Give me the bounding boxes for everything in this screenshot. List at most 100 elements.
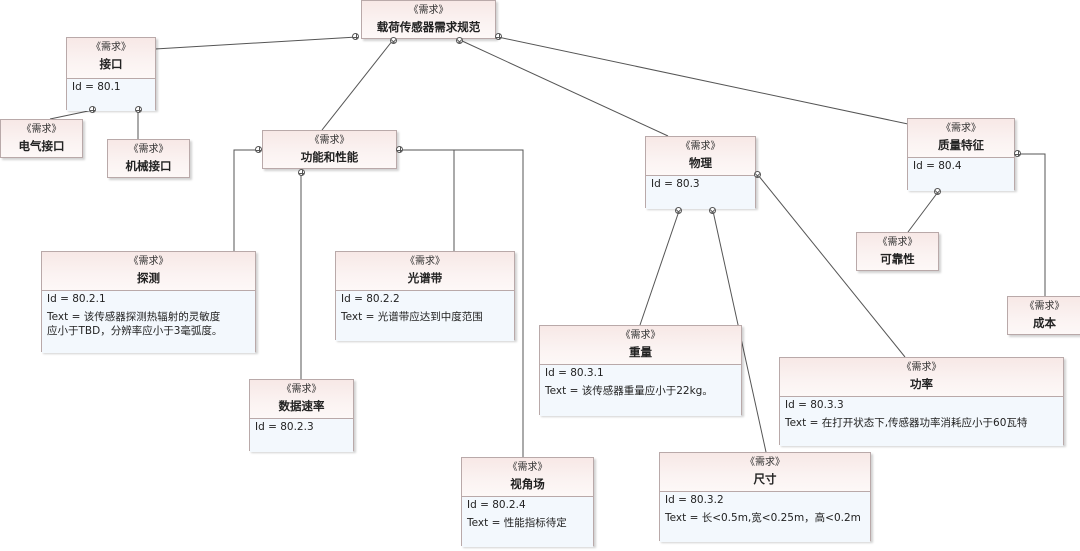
requirement-body: Id = 80.2.3	[250, 418, 353, 452]
stereotype-label: 《需求》	[128, 144, 169, 155]
requirement-header: 《需求》 质量特征	[908, 119, 1014, 157]
requirement-header: 《需求》 尺寸	[660, 453, 870, 491]
requirement-reliability[interactable]: 《需求》 可靠性	[856, 232, 939, 271]
requirement-body: Id = 80.3.2 Text = 长<0.5m,宽<0.25m，高<0.2m	[660, 491, 870, 542]
requirement-fov[interactable]: 《需求》 视角场 Id = 80.2.4 Text = 性能指标待定	[461, 457, 594, 547]
containment-port-icon	[298, 169, 305, 176]
requirement-text: Text = 该传感器探测热辐射的灵敏度 应小于TBD，分辨率应小于3毫弧度。	[47, 311, 223, 337]
stereotype-label: 《需求》	[507, 462, 548, 473]
stereotype-label: 《需求》	[680, 141, 721, 152]
requirement-electrical[interactable]: 《需求》 电气接口	[0, 119, 83, 158]
requirement-spectrum[interactable]: 《需求》 光谱带 Id = 80.2.2 Text = 光谱带应达到中度范围	[335, 251, 515, 341]
requirement-id: Id = 80.3	[651, 178, 700, 190]
requirement-mechanical[interactable]: 《需求》 机械接口	[107, 139, 190, 178]
requirement-header: 《需求》 光谱带	[336, 252, 514, 290]
stereotype-label: 《需求》	[901, 362, 942, 373]
requirement-text: Text = 光谱带应达到中度范围	[341, 311, 483, 323]
containment-port-icon	[89, 106, 96, 113]
requirement-body: Id = 80.2.4 Text = 性能指标待定	[462, 496, 593, 547]
containment-port-icon	[1014, 150, 1021, 157]
connector-quality-cost[interactable]	[1018, 153, 1046, 296]
stereotype-label: 《需求》	[91, 42, 131, 53]
requirement-title: 可靠性	[880, 252, 915, 266]
stereotype-label: 《需求》	[877, 237, 918, 248]
requirement-body: Id = 80.2.1 Text = 该传感器探测热辐射的灵敏度 应小于TBD，…	[42, 290, 255, 353]
requirement-id: Id = 80.3.3	[785, 399, 844, 411]
requirement-header: 《需求》 机械接口	[108, 140, 189, 177]
requirement-title: 质量特征	[938, 138, 984, 152]
connector-function-spectrum[interactable]	[400, 149, 455, 251]
requirement-title: 功能和性能	[300, 150, 359, 164]
requirement-body: Id = 80.3.1 Text = 该传感器重量应小于22kg。	[540, 364, 741, 416]
requirement-datarate[interactable]: 《需求》 数据速率 Id = 80.2.3	[249, 379, 354, 452]
requirement-id: Id = 80.3.2	[665, 494, 724, 506]
requirement-header: 《需求》 功率	[780, 358, 1063, 396]
stereotype-label: 《需求》	[405, 256, 445, 267]
containment-port-icon	[495, 33, 502, 40]
requirement-header: 《需求》 数据速率	[250, 380, 353, 418]
stereotype-label: 《需求》	[1024, 301, 1065, 312]
requirement-title: 物理	[689, 156, 712, 170]
stereotype-label: 《需求》	[408, 5, 449, 16]
requirement-title: 尺寸	[753, 472, 777, 486]
requirement-root[interactable]: 《需求》 载荷传感器需求规范	[361, 0, 496, 39]
requirement-id: Id = 80.2.1	[47, 293, 106, 305]
stereotype-label: 《需求》	[745, 457, 785, 468]
requirement-cost[interactable]: 《需求》 成本	[1007, 296, 1080, 335]
containment-port-icon	[255, 146, 262, 153]
requirement-title: 接口	[99, 57, 123, 71]
requirement-id: Id = 80.2.2	[341, 293, 400, 305]
requirement-title: 载荷传感器需求规范	[376, 20, 481, 34]
connector-root-function[interactable]	[321, 39, 394, 131]
requirement-body: Id = 80.2.2 Text = 光谱带应达到中度范围	[336, 290, 514, 341]
requirement-header: 《需求》 重量	[540, 326, 741, 364]
requirement-text: Text = 长<0.5m,宽<0.25m，高<0.2m	[665, 512, 861, 524]
requirement-id: Id = 80.4	[913, 160, 962, 172]
requirement-title: 数据速率	[278, 399, 325, 413]
connector-root-interface[interactable]	[154, 36, 358, 50]
requirement-id: Id = 80.2.3	[255, 421, 314, 433]
connector-root-physical[interactable]	[459, 39, 669, 137]
stereotype-label: 《需求》	[309, 135, 350, 146]
requirement-body: Id = 80.3	[646, 175, 755, 209]
containment-port-icon	[352, 33, 359, 40]
connector-quality-reliability[interactable]	[907, 191, 939, 233]
requirement-title: 电气接口	[18, 139, 65, 153]
requirement-quality[interactable]: 《需求》 质量特征 Id = 80.4	[907, 118, 1015, 191]
requirement-header: 《需求》 电气接口	[1, 120, 82, 157]
connector-root-quality[interactable]	[497, 36, 909, 125]
requirement-power[interactable]: 《需求》 功率 Id = 80.3.3 Text = 在打开状态下,传感器功率消…	[779, 357, 1064, 446]
requirement-interface[interactable]: 《需求》 接口 Id = 80.1	[66, 37, 156, 111]
requirement-title: 功率	[910, 377, 933, 391]
requirement-title: 重量	[629, 345, 652, 359]
requirement-header: 《需求》 功能和性能	[263, 131, 396, 168]
connector-physical-weight[interactable]	[639, 210, 680, 326]
requirement-text: Text = 在打开状态下,传感器功率消耗应小于60瓦特	[785, 417, 1028, 429]
connector-function-detection[interactable]	[233, 149, 258, 251]
containment-port-icon	[396, 146, 403, 153]
requirement-physical[interactable]: 《需求》 物理 Id = 80.3	[645, 136, 756, 209]
requirement-size[interactable]: 《需求》 尺寸 Id = 80.3.2 Text = 长<0.5m,宽<0.25…	[659, 452, 871, 542]
requirement-body: Id = 80.1	[67, 78, 155, 111]
requirement-title: 成本	[1033, 316, 1056, 330]
requirement-detection[interactable]: 《需求》 探测 Id = 80.2.1 Text = 该传感器探测热辐射的灵敏度…	[41, 251, 256, 353]
requirement-function[interactable]: 《需求》 功能和性能	[262, 130, 397, 169]
requirement-id: Id = 80.3.1	[545, 367, 604, 379]
requirement-header: 《需求》 可靠性	[857, 233, 938, 270]
stereotype-label: 《需求》	[941, 123, 981, 134]
containment-port-icon	[135, 106, 142, 113]
requirement-header: 《需求》 视角场	[462, 458, 593, 496]
requirement-text: Text = 该传感器重量应小于22kg。	[545, 385, 713, 397]
requirement-text: Text = 性能指标待定	[467, 517, 567, 529]
stereotype-label: 《需求》	[21, 124, 62, 135]
requirement-header: 《需求》 载荷传感器需求规范	[362, 1, 495, 38]
requirement-weight[interactable]: 《需求》 重量 Id = 80.3.1 Text = 该传感器重量应小于22kg…	[539, 325, 742, 416]
requirement-header: 《需求》 探测	[42, 252, 255, 290]
connector-interface-electrical[interactable]	[49, 109, 94, 120]
stereotype-label: 《需求》	[128, 256, 169, 267]
requirement-title: 光谱带	[407, 271, 443, 285]
stereotype-label: 《需求》	[281, 384, 322, 395]
requirement-header: 《需求》 成本	[1008, 297, 1080, 334]
requirement-id: Id = 80.1	[72, 81, 121, 93]
requirement-title: 探测	[137, 271, 160, 285]
